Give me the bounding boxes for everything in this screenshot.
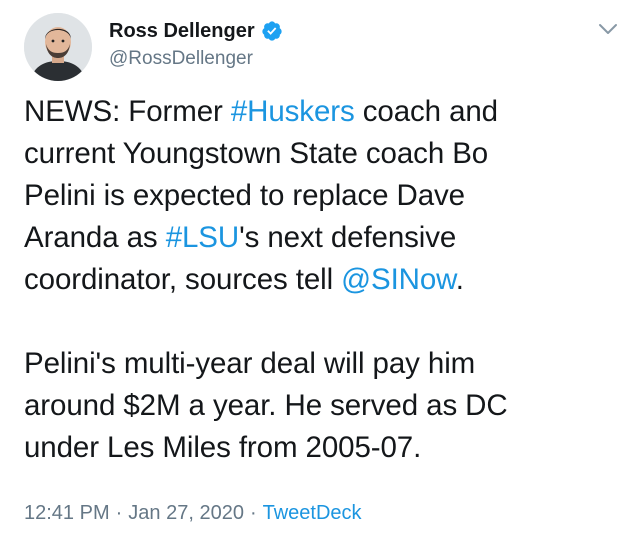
hashtag-link[interactable]: #Huskers <box>231 95 355 128</box>
tweet-text-segment: current Youngstown State coach Bo <box>24 137 489 170</box>
tweet-paragraph-1: NEWS: Former #Huskers coach and current Y… <box>24 91 624 301</box>
avatar-image <box>24 13 92 81</box>
tweet-meta: 12:41 PM · Jan 27, 2020 · TweetDeck <box>24 502 362 525</box>
tweet-source-link[interactable]: TweetDeck <box>263 502 362 524</box>
tweet-line: Pelini is expected to replace Dave <box>24 175 624 217</box>
tweet-paragraph-2: Pelini's multi-year deal will pay him aro… <box>24 343 624 469</box>
tweet-line: Pelini's multi-year deal will pay him <box>24 343 624 385</box>
tweet-text-segment: Aranda as <box>24 221 166 254</box>
tweet-text-segment: 's next defensive <box>239 221 457 254</box>
tweet-line: current Youngstown State coach Bo <box>24 133 624 175</box>
tweet-line: around $2M a year. He served as DC <box>24 385 624 427</box>
meta-separator: · <box>249 502 257 524</box>
mention-link[interactable]: @SINow <box>341 263 456 296</box>
tweet-date[interactable]: Jan 27, 2020 <box>128 502 244 524</box>
tweet-line: under Les Miles from 2005-07. <box>24 427 624 469</box>
tweet-time[interactable]: 12:41 PM <box>24 502 110 524</box>
hashtag-link[interactable]: #LSU <box>166 221 240 254</box>
tweet-text-segment: NEWS: Former <box>24 95 231 128</box>
verified-badge-icon <box>261 20 283 42</box>
tweet-line: coordinator, sources tell @SINow. <box>24 259 624 301</box>
tweet-text-segment: around $2M a year. He served as DC <box>24 389 508 422</box>
tweet-text-segment: Pelini's multi-year deal will pay him <box>24 347 476 380</box>
tweet-text-segment: under Les Miles from 2005-07. <box>24 431 422 464</box>
display-name[interactable]: Ross Dellenger <box>109 20 255 43</box>
tweet-text-segment: Pelini is expected to replace Dave <box>24 179 465 212</box>
tweet-line: Aranda as #LSU's next defensive <box>24 217 624 259</box>
meta-separator: · <box>115 502 123 524</box>
tweet-card: Ross Dellenger @RossDellenger NEWS: Form… <box>0 0 640 551</box>
chevron-down-icon[interactable] <box>596 20 620 38</box>
tweet-text-segment: coach and <box>354 95 498 128</box>
tweet-text-segment: coordinator, sources tell <box>24 263 342 296</box>
name-row: Ross Dellenger <box>109 18 283 44</box>
tweet-text-segment: . <box>455 263 464 296</box>
avatar[interactable] <box>24 13 92 81</box>
tweet-text: NEWS: Former #Huskers coach and current Y… <box>24 91 624 469</box>
user-handle[interactable]: @RossDellenger <box>109 48 253 70</box>
tweet-line: NEWS: Former #Huskers coach and <box>24 91 624 133</box>
